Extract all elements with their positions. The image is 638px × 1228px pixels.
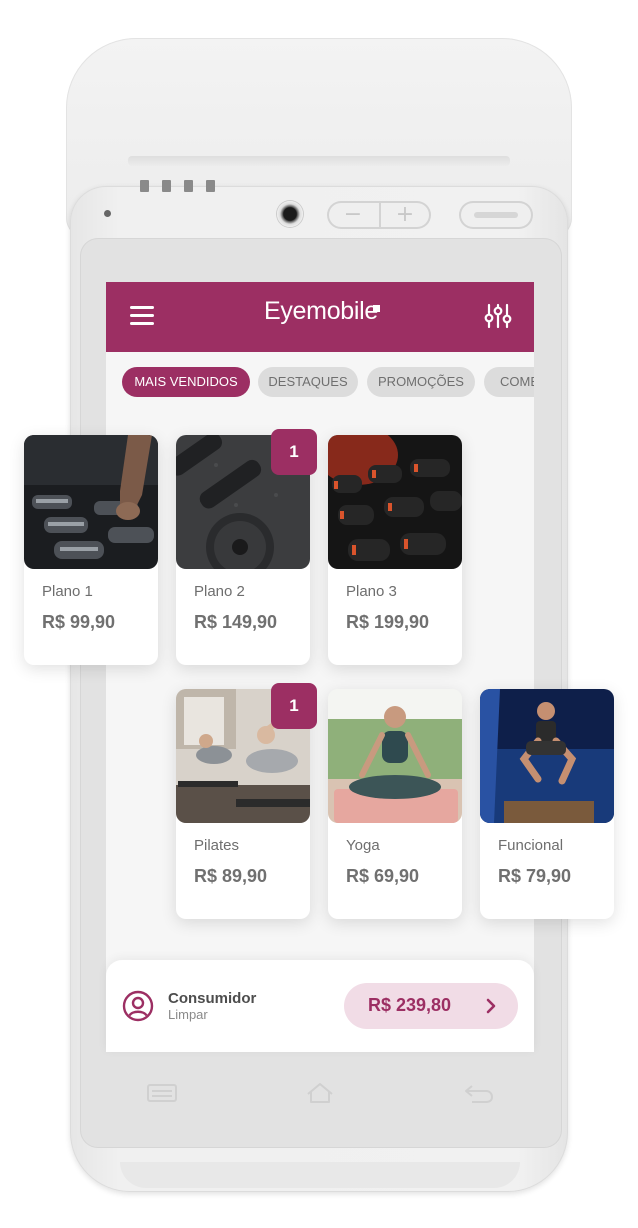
volume-down-icon: − [343,202,363,227]
product-price: R$ 89,90 [194,866,268,886]
customer-label[interactable]: Consumidor [168,990,256,1007]
speaker-grille [162,180,171,192]
product-price: R$ 69,90 [346,866,420,886]
menu-key-icon[interactable] [142,1078,182,1108]
sliders-icon[interactable] [484,302,512,330]
product-name: Plano 3 [346,583,397,600]
product-price: R$ 149,90 [194,612,278,632]
clear-link[interactable]: Limpar [168,1007,208,1022]
product-price: R$ 99,90 [42,612,116,632]
speaker-grille [184,180,193,192]
product-name: Funcional [498,837,564,854]
order-total: R$ 239,80 [368,995,452,1015]
tab-combos[interactable]: COMBOS [484,367,534,397]
box-squat-photo [480,689,614,823]
product-card[interactable]: Yoga R$ 69,90 [328,689,462,919]
category-tabs: MAIS VENDIDOS DESTAQUES PROMOÇÕES COMBOS [106,360,534,406]
hamburger-icon[interactable] [130,306,154,326]
tab-mais-vendidos[interactable]: MAIS VENDIDOS [122,367,250,397]
product-card[interactable]: Plano 3 R$ 199,90 [328,435,462,665]
home-key-icon[interactable] [300,1078,340,1108]
brand-logo-mark [373,305,380,312]
product-price: R$ 79,90 [498,866,572,886]
quantity-badge: 1 [271,683,317,729]
chevron-right-icon [486,998,496,1014]
product-name: Plano 2 [194,583,245,600]
product-card[interactable]: Plano 1 R$ 99,90 [24,435,158,665]
quantity-badge: 1 [271,429,317,475]
speaker-grille [140,180,149,192]
product-name: Plano 1 [42,583,93,600]
yoga-pose-photo [328,689,462,823]
tab-promocoes[interactable]: PROMOÇÕES [367,367,475,397]
device-bottom-lip [120,1162,520,1188]
dumbbell-rack-photo [24,435,158,569]
volume-up-icon: + [395,202,415,227]
power-button-grip [474,212,518,218]
checkout-button[interactable]: R$ 239,80 [344,983,518,1029]
light-sensor [104,210,111,217]
front-camera [277,201,303,227]
speaker-grille [206,180,215,192]
brand-logo: Eyemobile [263,297,379,325]
product-name: Yoga [346,837,380,854]
product-price: R$ 199,90 [346,612,430,632]
volume-divider [379,203,381,227]
red-dumbbells-photo [328,435,462,569]
user-circle-icon [122,990,154,1022]
back-key-icon[interactable] [458,1078,498,1108]
tab-destaques[interactable]: DESTAQUES [258,367,358,397]
printer-slot [128,156,510,166]
product-card[interactable]: Funcional R$ 79,90 [480,689,614,919]
product-name: Pilates [194,837,240,854]
